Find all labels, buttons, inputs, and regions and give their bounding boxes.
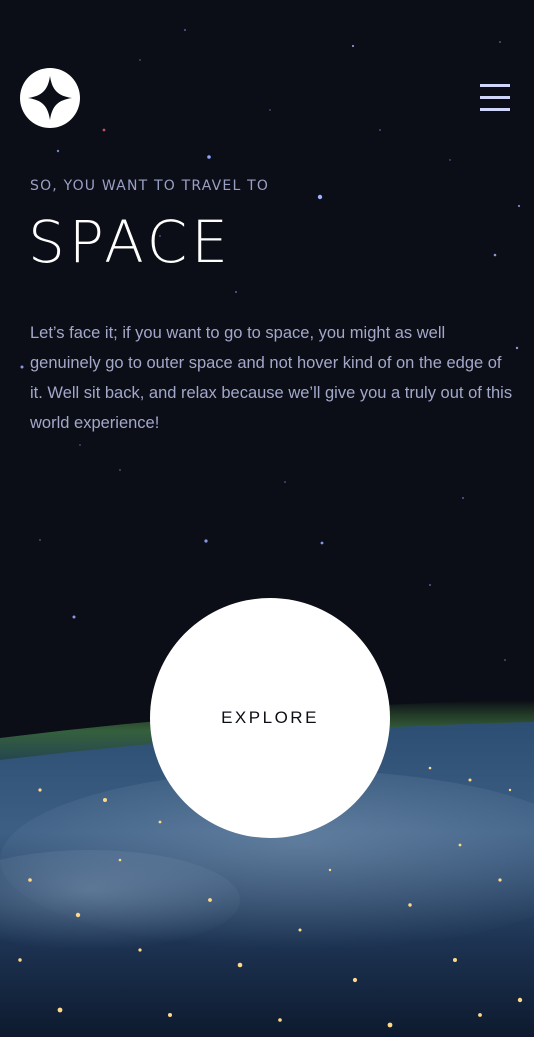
menu-bar xyxy=(480,96,510,99)
hero-description: Let’s face it; if you want to go to spac… xyxy=(30,324,513,432)
logo[interactable] xyxy=(20,68,80,128)
hero-kicker: SO, YOU WANT TO TRAVEL TO xyxy=(30,178,270,194)
home-page: SO, YOU WANT TO TRAVEL TO SPACE Let’s fa… xyxy=(0,0,534,1037)
hamburger-menu-icon[interactable] xyxy=(476,82,514,114)
menu-bar xyxy=(480,84,510,87)
star-logo-icon xyxy=(28,76,72,120)
explore-button[interactable]: EXPLORE xyxy=(150,598,390,838)
earth-horizon-background xyxy=(0,700,534,1037)
menu-bar xyxy=(480,108,510,111)
explore-button-label: EXPLORE xyxy=(221,708,319,727)
hero-title: SPACE xyxy=(28,208,232,276)
